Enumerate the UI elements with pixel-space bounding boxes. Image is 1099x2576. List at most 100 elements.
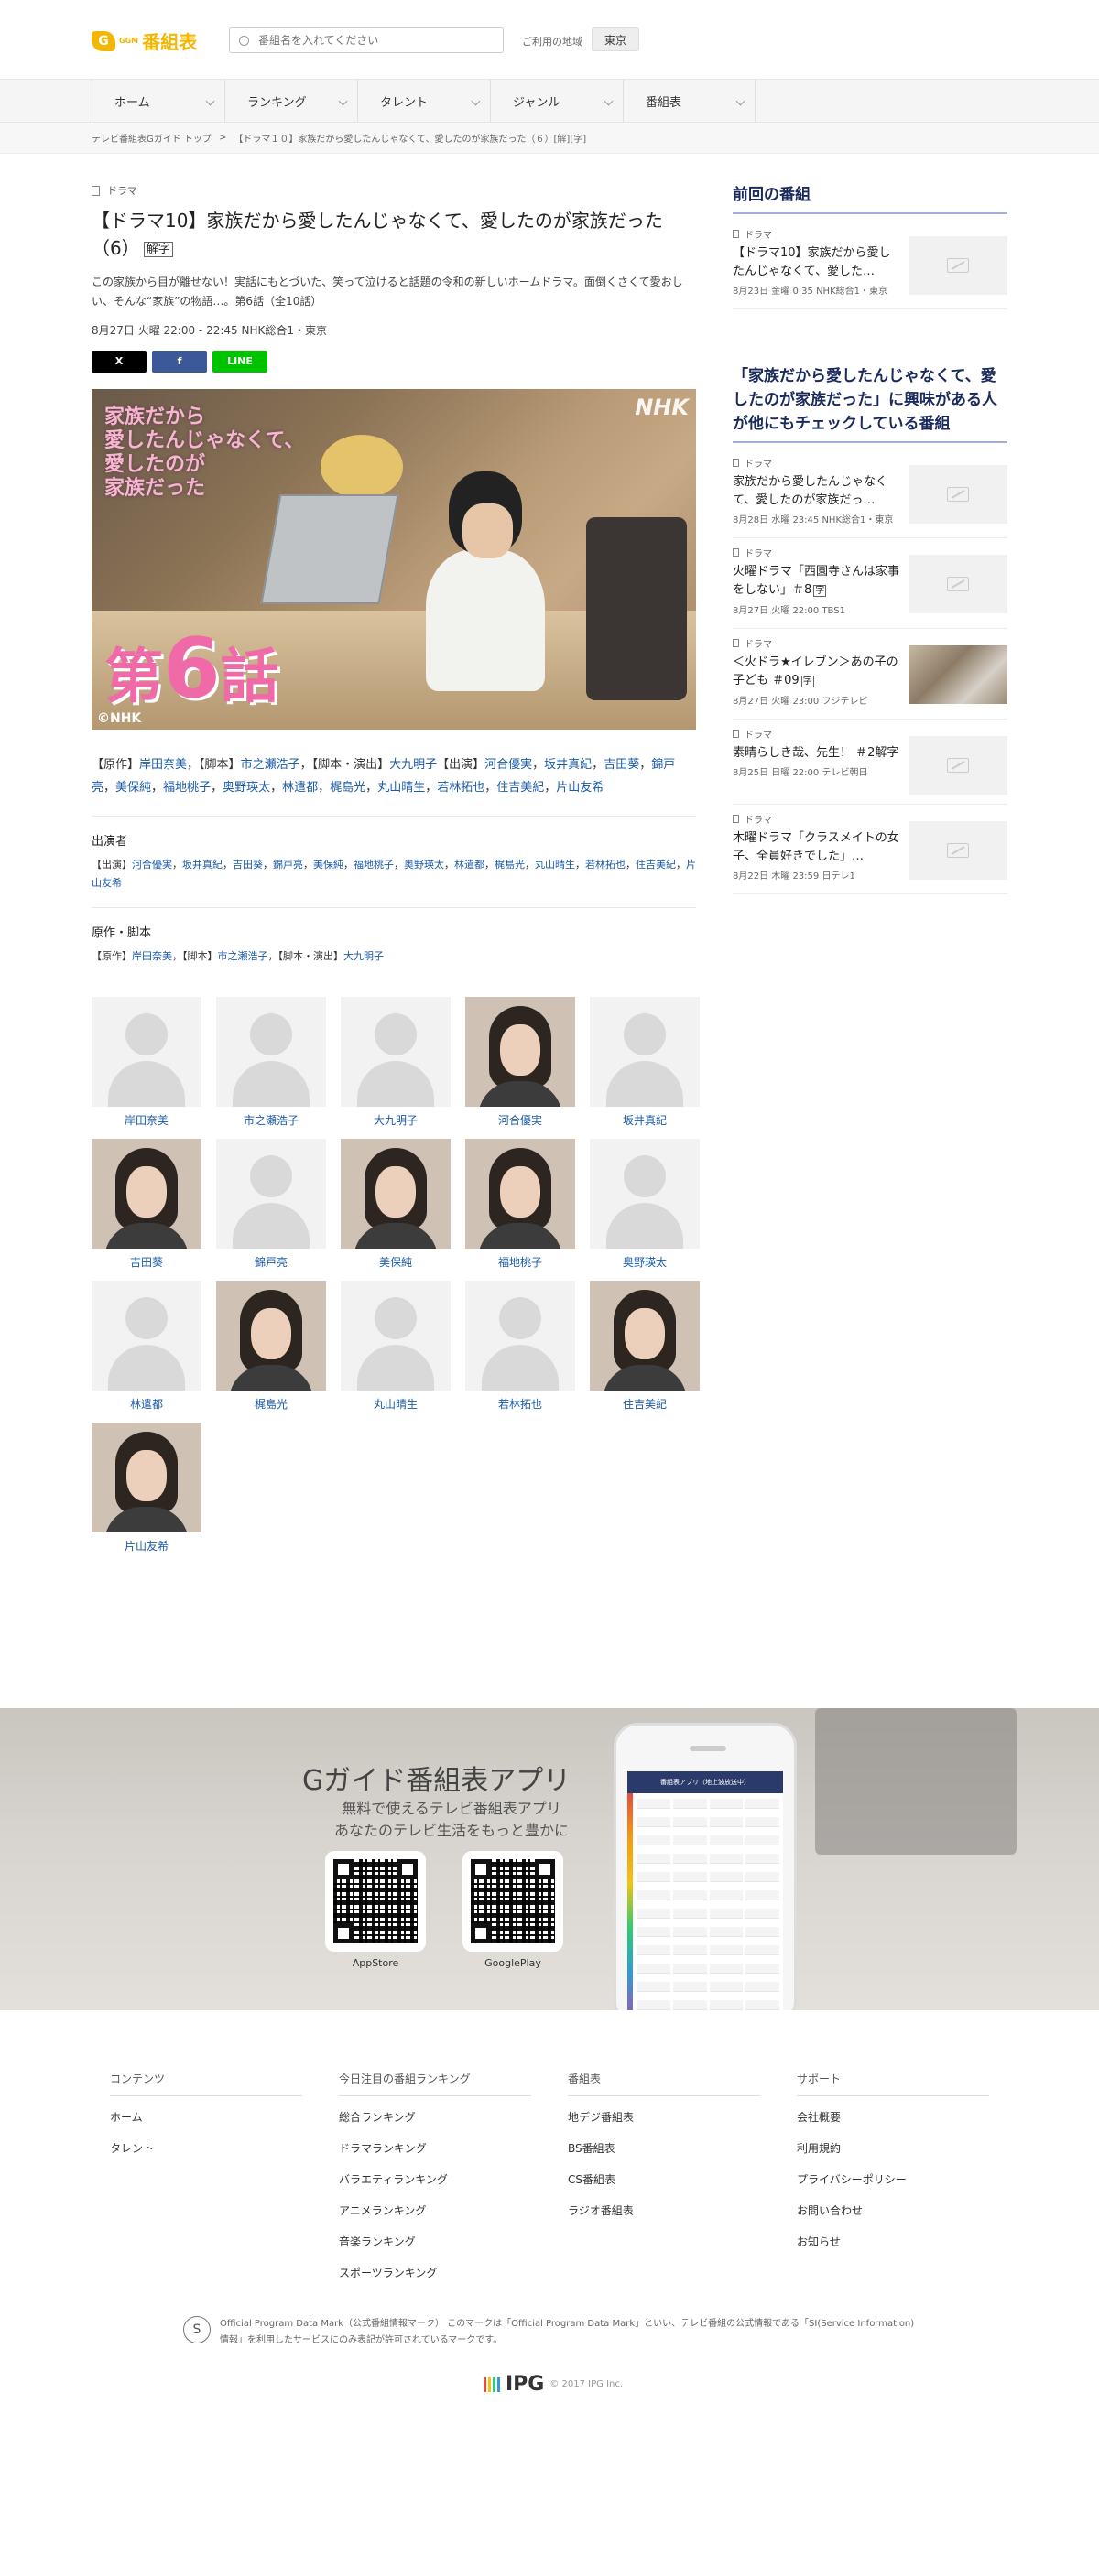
cast-name[interactable]: 福地桃子 <box>465 1254 575 1270</box>
nav-item[interactable]: ランキング <box>224 80 357 122</box>
program-list-item[interactable]: ドラマ 火曜ドラマ「西園寺さんは家事をしない」＃8 字 8月27日 火曜 22:00 … <box>733 538 1007 629</box>
cast-card[interactable]: 坂井真紀 <box>590 996 714 1128</box>
cast-name[interactable]: 若林拓也 <box>465 1396 575 1412</box>
credit-link[interactable]: 岸田奈美 <box>132 950 172 962</box>
credit-link[interactable]: 坂井真紀 <box>544 758 592 772</box>
appstore-qr-code[interactable] <box>325 1851 426 1952</box>
footer-link[interactable]: ドラマランキング <box>339 2140 531 2156</box>
program-list-item[interactable]: ドラマ 素晴らしき哉、先生！ ＃2解字 8月25日 日曜 22:00 テレビ朝日 <box>733 720 1007 805</box>
credit-link[interactable]: 奥野瑛太 <box>223 781 270 795</box>
cast-card[interactable]: 林遣都 <box>92 1280 216 1412</box>
cast-name[interactable]: 住吉美紀 <box>590 1396 700 1412</box>
credit-link[interactable]: 大九明子 <box>389 758 437 772</box>
credit-link[interactable]: 林遣都 <box>282 781 318 795</box>
cast-name[interactable]: 市之瀬浩子 <box>216 1112 326 1128</box>
search-box[interactable] <box>229 27 504 53</box>
cast-name[interactable]: 錦戸亮 <box>216 1254 326 1270</box>
breadcrumb-home[interactable]: テレビ番組表Gガイド トップ <box>92 131 212 145</box>
search-input[interactable] <box>258 34 487 47</box>
footer-link[interactable]: 地デジ番組表 <box>568 2109 760 2125</box>
credit-link[interactable]: 片山友希 <box>556 781 604 795</box>
footer-link[interactable]: お知らせ <box>797 2234 989 2249</box>
credit-link[interactable]: 岸田奈美 <box>139 758 187 772</box>
footer-link[interactable]: プライバシーポリシー <box>797 2171 989 2187</box>
cast-card[interactable]: 福地桃子 <box>465 1138 590 1270</box>
footer-link[interactable]: アニメランキング <box>339 2203 531 2218</box>
cast-name[interactable]: 大九明子 <box>341 1112 451 1128</box>
nav-item[interactable]: ホーム <box>92 80 224 122</box>
nav-item[interactable]: タレント <box>357 80 490 122</box>
cast-card[interactable]: 梶島光 <box>216 1280 341 1412</box>
genre-tag[interactable]: ドラマ <box>92 183 696 198</box>
program-list-item[interactable]: ドラマ 【ドラマ10】家族だから愛したんじゃなくて、愛した… 8月23日 金曜 0:… <box>733 220 1007 309</box>
cast-card[interactable]: 美保純 <box>341 1138 465 1270</box>
cast-name[interactable]: 岸田奈美 <box>92 1112 201 1128</box>
credit-link[interactable]: 梶島光 <box>330 781 365 795</box>
credit-link[interactable]: 吉田葵 <box>233 859 263 871</box>
cast-card[interactable]: 若林拓也 <box>465 1280 590 1412</box>
site-logo[interactable]: G GGM 番組表 <box>92 27 197 54</box>
cast-name[interactable]: 美保純 <box>341 1254 451 1270</box>
cast-card[interactable]: 市之瀬浩子 <box>216 996 341 1128</box>
footer-link[interactable]: 音楽ランキング <box>339 2234 531 2249</box>
credit-link[interactable]: 丸山晴生 <box>377 781 425 795</box>
credit-link[interactable]: 吉田葵 <box>604 758 639 772</box>
credit-link[interactable]: 丸山晴生 <box>535 859 575 871</box>
credit-link[interactable]: 若林拓也 <box>585 859 626 871</box>
credit-link[interactable]: 河合優実 <box>132 859 172 871</box>
cast-name[interactable]: 河合優実 <box>465 1112 575 1128</box>
credit-link[interactable]: 美保純 <box>115 781 151 795</box>
credit-link[interactable]: 福地桃子 <box>163 781 211 795</box>
credit-link[interactable]: 市之瀬浩子 <box>218 950 268 962</box>
cast-card[interactable]: 丸山晴生 <box>341 1280 465 1412</box>
cast-card[interactable]: 吉田葵 <box>92 1138 216 1270</box>
googleplay-label[interactable]: GooglePlay <box>462 1957 563 1969</box>
footer-link[interactable]: BS番組表 <box>568 2140 760 2156</box>
footer-link[interactable]: お問い合わせ <box>797 2203 989 2218</box>
credit-link[interactable]: 福地桃子 <box>354 859 394 871</box>
cast-name[interactable]: 丸山晴生 <box>341 1396 451 1412</box>
program-list-item[interactable]: ドラマ ＜火ドラ★イレブン＞あの子の子ども ＃09 字 8月27日 火曜 23:00 … <box>733 629 1007 720</box>
credit-link[interactable]: 梶島光 <box>495 859 525 871</box>
footer-link[interactable]: ラジオ番組表 <box>568 2203 760 2218</box>
credit-link[interactable]: 坂井真紀 <box>182 859 223 871</box>
share-x-button[interactable]: X <box>92 350 147 373</box>
footer-link[interactable]: バラエティランキング <box>339 2171 531 2187</box>
cast-card[interactable]: 住吉美紀 <box>590 1280 714 1412</box>
cast-card[interactable]: 大九明子 <box>341 996 465 1128</box>
credit-link[interactable]: 林遣都 <box>454 859 484 871</box>
credit-link[interactable]: 市之瀬浩子 <box>241 758 300 772</box>
region-button[interactable]: 東京 <box>592 27 639 51</box>
appstore-label[interactable]: AppStore <box>325 1957 426 1969</box>
credit-link[interactable]: 美保純 <box>313 859 343 871</box>
footer-link[interactable]: ホーム <box>110 2109 302 2125</box>
credit-link[interactable]: 奥野瑛太 <box>404 859 444 871</box>
footer-link[interactable]: 会社概要 <box>797 2109 989 2125</box>
cast-card[interactable]: 錦戸亮 <box>216 1138 341 1270</box>
credit-link[interactable]: 若林拓也 <box>437 781 484 795</box>
footer-link[interactable]: タレント <box>110 2140 302 2156</box>
cast-card[interactable]: 岸田奈美 <box>92 996 216 1128</box>
cast-card[interactable]: 片山友希 <box>92 1422 216 1553</box>
share-line-button[interactable]: LINE <box>212 350 267 373</box>
cast-name[interactable]: 片山友希 <box>92 1538 201 1553</box>
googleplay-qr-code[interactable] <box>462 1851 563 1952</box>
share-facebook-button[interactable]: f <box>152 350 207 373</box>
nav-item[interactable]: ジャンル <box>490 80 623 122</box>
cast-name[interactable]: 坂井真紀 <box>590 1112 700 1128</box>
credit-link[interactable]: 住吉美紀 <box>496 781 544 795</box>
cast-name[interactable]: 奥野瑛太 <box>590 1254 700 1270</box>
credit-link[interactable]: 大九明子 <box>343 950 384 962</box>
program-list-item[interactable]: ドラマ 木曜ドラマ「クラスメイトの女子、全員好きでした」… 8月22日 木曜 23:… <box>733 805 1007 894</box>
credit-link[interactable]: 住吉美紀 <box>636 859 676 871</box>
program-list-item[interactable]: ドラマ 家族だから愛したんじゃなくて、愛したのが家族だっ… 8月28日 水曜 23:… <box>733 449 1007 538</box>
cast-card[interactable]: 河合優実 <box>465 996 590 1128</box>
nav-item[interactable]: 番組表 <box>623 80 756 122</box>
cast-name[interactable]: 吉田葵 <box>92 1254 201 1270</box>
credit-link[interactable]: 河合優実 <box>484 758 532 772</box>
cast-card[interactable]: 奥野瑛太 <box>590 1138 714 1270</box>
footer-link[interactable]: 利用規約 <box>797 2140 989 2156</box>
footer-link[interactable]: スポーツランキング <box>339 2265 531 2280</box>
cast-name[interactable]: 林遣都 <box>92 1396 201 1412</box>
credit-link[interactable]: 錦戸亮 <box>273 859 303 871</box>
